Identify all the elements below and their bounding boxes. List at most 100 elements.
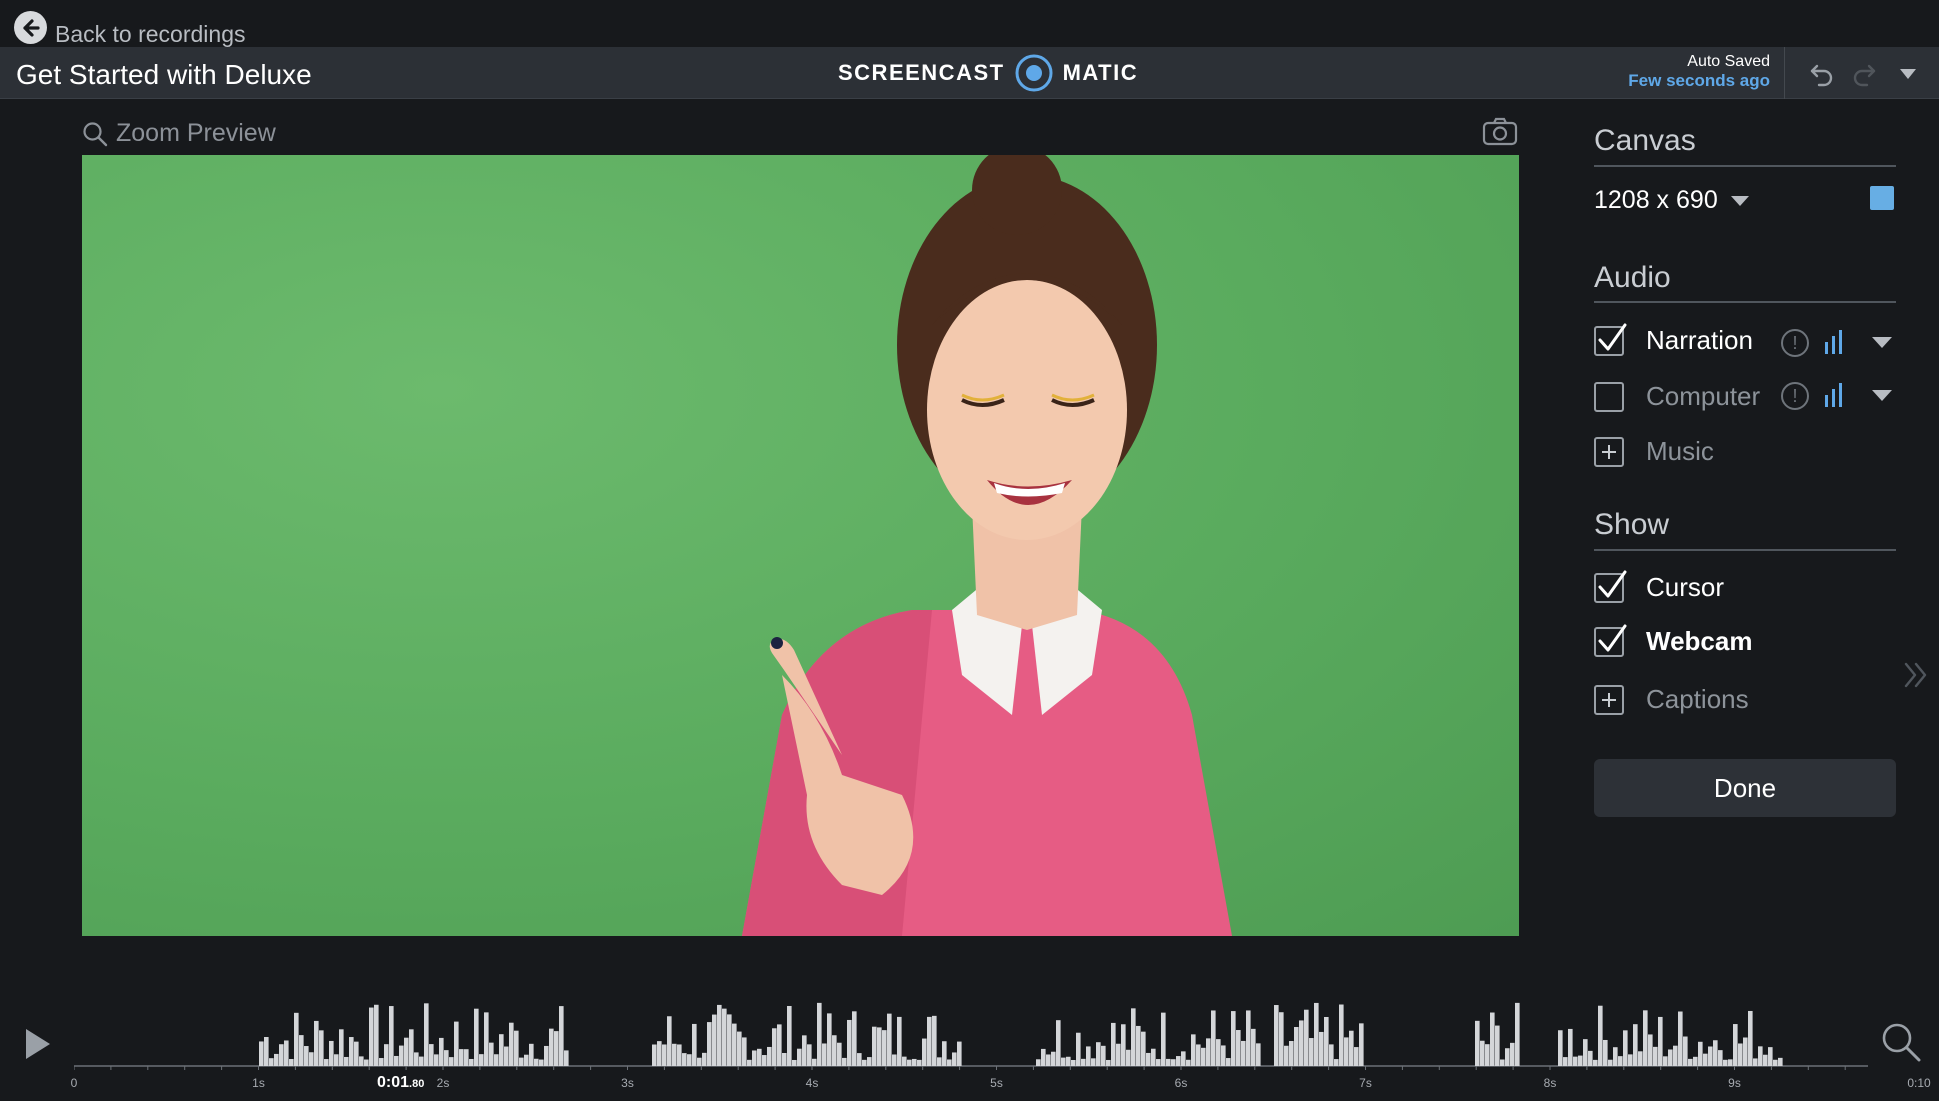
waveform-bar [1648, 1034, 1653, 1066]
waveform-bar [917, 1059, 922, 1066]
audio-waveform-timeline[interactable] [74, 990, 1868, 1070]
webcam-checkbox[interactable] [1594, 624, 1627, 657]
waveform-bar [907, 1059, 912, 1066]
canvas-size-value[interactable]: 1208 x 690 [1594, 186, 1718, 215]
waveform-bar [554, 1031, 559, 1066]
waveform-bar [1613, 1047, 1618, 1066]
narration-checkbox[interactable] [1594, 323, 1627, 356]
collapse-panel-icon[interactable] [1903, 660, 1929, 695]
waveform-bar [1289, 1041, 1294, 1066]
waveform-bar [1603, 1039, 1608, 1066]
undo-icon[interactable] [1808, 60, 1836, 88]
done-button[interactable]: Done [1594, 759, 1896, 817]
waveform-bar [479, 1054, 484, 1066]
waveform-bar [772, 1028, 777, 1066]
waveform-bar [1623, 1030, 1628, 1066]
back-to-recordings-link[interactable]: Back to recordings [14, 7, 245, 48]
waveform-bar [1708, 1046, 1713, 1066]
brand-logo: SCREENCAST MATIC [838, 53, 1138, 93]
waveform-bar [787, 1005, 792, 1066]
waveform-bar [1758, 1046, 1763, 1066]
zoom-preview-button[interactable]: Zoom Preview [82, 119, 276, 148]
waveform-bar [867, 1057, 872, 1066]
waveform-bar [1309, 1038, 1314, 1066]
waveform-bar [1274, 1005, 1279, 1066]
waveform-bar [529, 1043, 534, 1066]
waveform-bar [927, 1016, 932, 1066]
narration-option[interactable]: Narration [1594, 323, 1753, 356]
webcam-option[interactable]: Webcam [1594, 624, 1752, 657]
computer-checkbox[interactable] [1594, 381, 1624, 412]
waveform-bar [662, 1044, 667, 1066]
waveform-bar [1096, 1042, 1101, 1066]
waveform-bar [727, 1014, 732, 1066]
waveform-bar [339, 1029, 344, 1066]
audio-divider [1594, 301, 1896, 303]
add-captions-icon[interactable] [1594, 684, 1624, 715]
captions-option[interactable]: Captions [1594, 684, 1749, 715]
waveform-bar [459, 1049, 464, 1066]
waveform-bar [509, 1022, 514, 1066]
waveform-bar [384, 1044, 389, 1066]
waveform-bar [767, 1046, 772, 1066]
cursor-checkbox[interactable] [1594, 570, 1627, 603]
captions-label[interactable]: Captions [1646, 684, 1749, 715]
waveform-bar [872, 1026, 877, 1066]
narration-label[interactable]: Narration [1646, 325, 1753, 356]
waveform-bar [1299, 1020, 1304, 1066]
waveform-bar [852, 1011, 857, 1066]
narration-level-bars-icon[interactable] [1824, 330, 1846, 354]
waveform-bar [409, 1029, 414, 1066]
waveform-bar [1688, 1058, 1693, 1066]
add-music-icon[interactable] [1594, 436, 1624, 467]
waveform-bar [707, 1022, 712, 1066]
waveform-bar [1773, 1059, 1778, 1066]
canvas-color-swatch[interactable] [1870, 186, 1894, 210]
waveform-bar [1663, 1056, 1668, 1066]
music-option[interactable]: Music [1594, 436, 1714, 467]
waveform-bar [324, 1059, 329, 1066]
cursor-label[interactable]: Cursor [1646, 572, 1724, 603]
computer-label[interactable]: Computer [1646, 381, 1760, 412]
waveform-bar [802, 1035, 807, 1066]
webcam-label[interactable]: Webcam [1646, 626, 1752, 657]
computer-level-bars-icon[interactable] [1824, 383, 1846, 407]
zoom-preview-label[interactable]: Zoom Preview [116, 119, 276, 148]
canvas-size-select[interactable]: 1208 x 690 [1594, 186, 1750, 215]
camera-snapshot-icon[interactable] [1482, 116, 1518, 151]
waveform-bar [1593, 1059, 1598, 1066]
recording-title[interactable]: Get Started with Deluxe [16, 59, 312, 91]
waveform-bar [1051, 1051, 1056, 1066]
redo-icon[interactable] [1850, 60, 1878, 88]
waveform-bar [1191, 1034, 1196, 1066]
waveform-bar [1638, 1051, 1643, 1066]
waveform-bar [1658, 1016, 1663, 1066]
waveform-bar [942, 1041, 947, 1066]
computer-warning-icon[interactable]: ! [1781, 382, 1809, 410]
waveform-bar [1166, 1058, 1171, 1066]
waveform-bar [1256, 1043, 1261, 1066]
waveform-bar [1324, 1016, 1329, 1066]
narration-dropdown-icon[interactable] [1872, 337, 1892, 348]
waveform-bar [1329, 1044, 1334, 1066]
waveform-bar [544, 1045, 549, 1066]
computer-option[interactable]: Computer [1594, 381, 1760, 412]
waveform-bar [1156, 1059, 1161, 1066]
checkmark-icon [1598, 624, 1627, 651]
music-label[interactable]: Music [1646, 436, 1714, 467]
video-preview[interactable] [82, 155, 1519, 936]
cursor-option[interactable]: Cursor [1594, 570, 1724, 603]
waveform-bar [887, 1013, 892, 1066]
play-button[interactable] [24, 1027, 52, 1066]
waveform-bar [469, 1058, 474, 1066]
narration-warning-icon[interactable]: ! [1781, 329, 1809, 357]
waveform-bar [1319, 1031, 1324, 1066]
back-arrow-icon[interactable] [14, 11, 47, 44]
back-label[interactable]: Back to recordings [55, 21, 245, 48]
menu-chevron-down-icon[interactable] [1894, 60, 1922, 88]
computer-dropdown-icon[interactable] [1872, 390, 1892, 401]
waveform-bar [1171, 1059, 1176, 1066]
timeline-zoom-icon[interactable] [1880, 1021, 1922, 1068]
waveform-bar [862, 1059, 867, 1066]
waveform-bar [449, 1057, 454, 1066]
